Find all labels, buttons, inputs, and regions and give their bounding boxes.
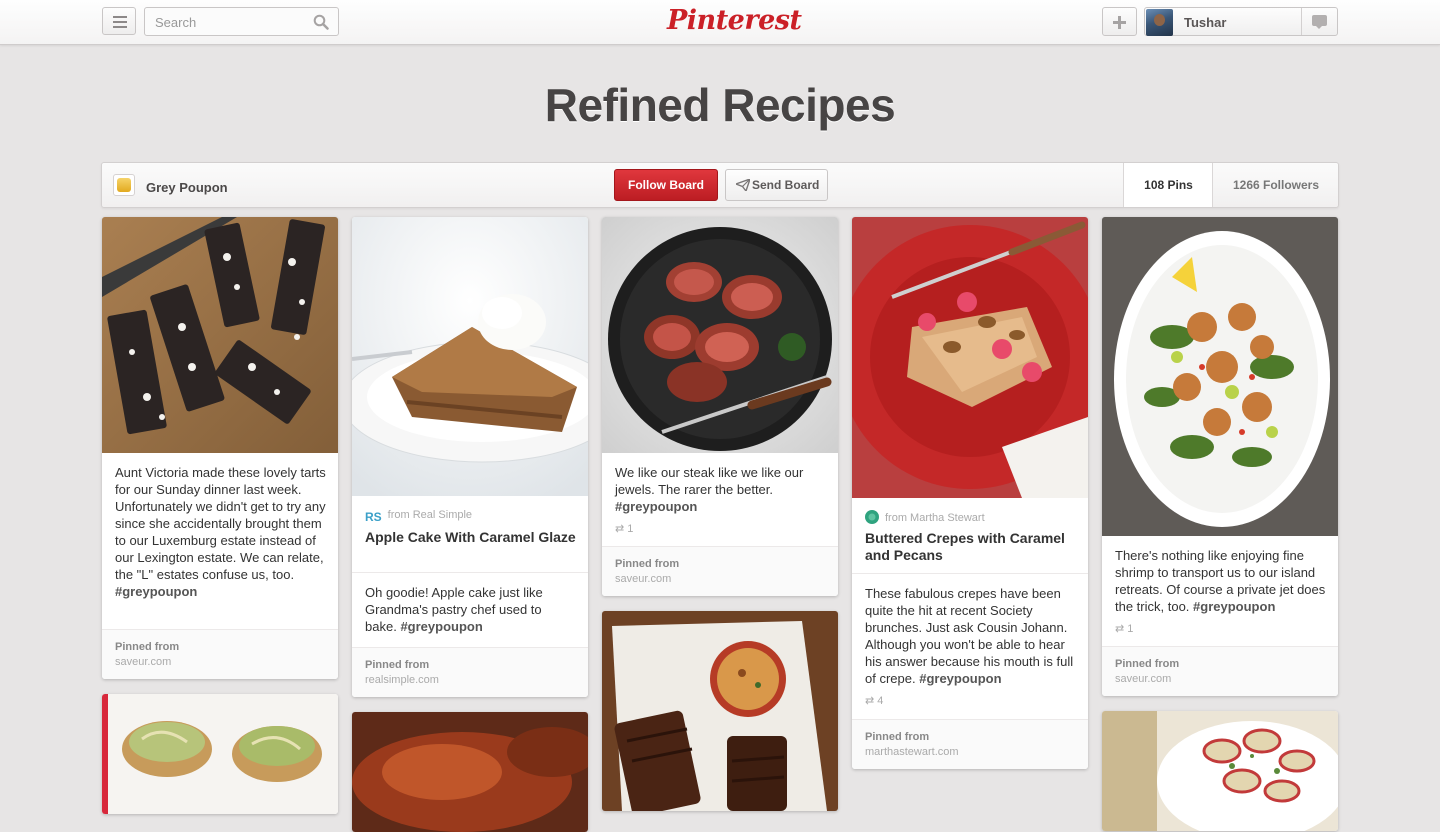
pin-image-potato-salad[interactable] (1102, 711, 1338, 831)
pin-attribution[interactable]: Pinned from saveur.com (1102, 646, 1338, 696)
send-board-label: Send Board (752, 178, 820, 192)
pin-image-crepes[interactable] (852, 217, 1088, 498)
pin-image-steak[interactable] (602, 217, 838, 453)
pin-attribution[interactable]: Pinned from saveur.com (602, 546, 838, 596)
pin-card[interactable] (1102, 711, 1338, 831)
pinned-from-label: Pinned from (615, 558, 680, 570)
search-box[interactable] (144, 7, 339, 36)
hashtag-link[interactable]: #greypoupon (115, 584, 197, 599)
menu-button[interactable] (102, 7, 136, 35)
pin-image-grilled-steak[interactable] (602, 611, 838, 811)
pin-card[interactable] (102, 694, 338, 814)
board-owner-name[interactable]: Grey Poupon (146, 180, 228, 195)
add-pin-button[interactable] (1102, 7, 1137, 36)
pin-description: Oh goodie! Apple cake just like Grandma'… (365, 585, 543, 634)
pinned-from-label: Pinned from (1115, 658, 1180, 670)
menu-icon-line (113, 26, 127, 28)
pinterest-logo[interactable]: Pinterest (667, 4, 802, 38)
follow-board-button[interactable]: Follow Board (614, 169, 718, 201)
source-domain[interactable]: saveur.com (1115, 673, 1171, 685)
real-simple-icon: RS (365, 510, 382, 524)
pin-card[interactable] (602, 611, 838, 811)
top-navigation-bar: Pinterest Tushar (0, 0, 1440, 45)
pin-image-tarts[interactable] (102, 217, 338, 453)
pin-attribution[interactable]: Pinned from saveur.com (102, 629, 338, 679)
source-domain[interactable]: marthastewart.com (865, 746, 959, 758)
search-icon[interactable] (313, 14, 329, 30)
board-header-bar: Grey Poupon Follow Board Send Board 108 … (101, 162, 1339, 208)
send-board-button[interactable]: Send Board (725, 169, 828, 201)
repin-count[interactable]: ⇄ 1 (1115, 622, 1133, 635)
pin-description: These fabulous crepes have been quite th… (865, 586, 1074, 686)
repin-icon: ⇄ (865, 695, 875, 707)
pin-card[interactable]: from Martha Stewart Buttered Crepes with… (852, 217, 1088, 769)
pin-description: We like our steak like we like our jewel… (615, 465, 804, 514)
pin-title[interactable]: Apple Cake With Caramel Glaze (365, 529, 577, 546)
hashtag-link[interactable]: #greypoupon (1193, 599, 1275, 614)
menu-icon-line (113, 21, 127, 23)
pins-count-tab[interactable]: 108 Pins (1123, 163, 1213, 207)
pin-image-zucchini-tarts[interactable] (102, 694, 338, 814)
pin-description: Aunt Victoria made these lovely tarts fo… (115, 465, 326, 599)
repin-count[interactable]: ⇄ 4 (865, 694, 883, 707)
source-domain[interactable]: saveur.com (115, 656, 171, 668)
divider (352, 572, 588, 573)
pin-attribution[interactable]: Pinned from marthastewart.com (852, 719, 1088, 769)
repin-icon: ⇄ (615, 523, 625, 535)
pin-title[interactable]: Buttered Crepes with Caramel and Pecans (865, 530, 1077, 564)
pin-card[interactable]: Aunt Victoria made these lovely tarts fo… (102, 217, 338, 679)
pin-attribution[interactable]: Pinned from realsimple.com (352, 647, 588, 697)
martha-stewart-icon (865, 510, 879, 524)
pin-source[interactable]: from Martha Stewart (865, 510, 985, 524)
notifications-icon[interactable] (1301, 8, 1337, 35)
pin-source[interactable]: RS from Real Simple (365, 509, 472, 524)
repin-count[interactable]: ⇄ 1 (615, 522, 633, 535)
pin-image-roast[interactable] (352, 712, 588, 832)
send-icon (736, 179, 750, 191)
pin-description: There's nothing like enjoying fine shrim… (1115, 548, 1326, 614)
followers-count-tab[interactable]: 1266 Followers (1212, 163, 1339, 207)
hashtag-link[interactable]: #greypoupon (919, 671, 1001, 686)
pin-image-apple-cake[interactable] (352, 217, 588, 496)
search-input[interactable] (153, 13, 307, 32)
pin-card[interactable]: There's nothing like enjoying fine shrim… (1102, 217, 1338, 696)
user-name[interactable]: Tushar (1184, 15, 1226, 30)
hashtag-link[interactable]: #greypoupon (400, 619, 482, 634)
avatar[interactable] (1146, 9, 1173, 36)
pinned-from-label: Pinned from (115, 641, 180, 653)
user-menu[interactable]: Tushar (1144, 7, 1338, 36)
pin-card[interactable] (352, 712, 588, 832)
owner-avatar-icon[interactable] (113, 174, 135, 196)
pinned-from-label: Pinned from (365, 659, 430, 671)
source-domain[interactable]: saveur.com (615, 573, 671, 585)
repin-icon: ⇄ (1115, 623, 1125, 635)
source-domain[interactable]: realsimple.com (365, 674, 439, 686)
menu-icon-line (113, 16, 127, 18)
hashtag-link[interactable]: #greypoupon (615, 499, 697, 514)
pin-image-shrimp[interactable] (1102, 217, 1338, 536)
pin-card[interactable]: RS from Real Simple Apple Cake With Caram… (352, 217, 588, 697)
board-title: Refined Recipes (544, 79, 896, 131)
divider (852, 573, 1088, 574)
pinned-from-label: Pinned from (865, 731, 930, 743)
pin-card[interactable]: We like our steak like we like our jewel… (602, 217, 838, 596)
